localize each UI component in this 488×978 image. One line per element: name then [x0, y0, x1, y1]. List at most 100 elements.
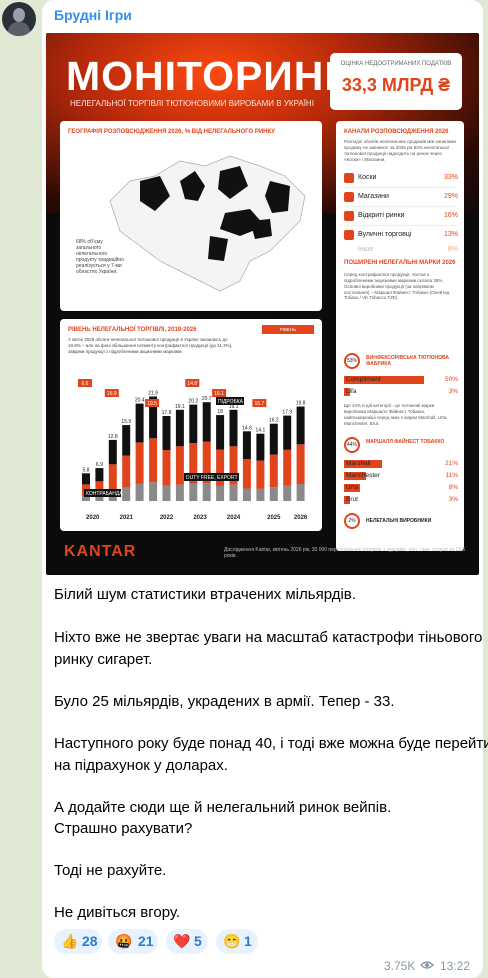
reaction-count: 21 — [138, 933, 154, 949]
bar-value-label: 17.9 — [282, 410, 292, 416]
timestamp: 13:22 — [440, 959, 471, 973]
channels-title: КАНАЛИ РОЗПОВСЮДЖЕННЯ 2026 — [344, 129, 449, 135]
brand-row: Compliment 50% — [344, 375, 458, 385]
factory2-note: Ще 44% в цій категорії - це тютюнові мар… — [344, 403, 448, 426]
level-bar-chart: 5.8 6.9 12.8 15.9 20.421.9 17.819.120.2 20.7 18… — [78, 379, 308, 521]
bar-contraband — [296, 444, 305, 484]
level-flag-value: 16.7 — [255, 401, 265, 407]
year-tick-label: 2021 — [120, 515, 134, 521]
channel-label: Інше — [358, 246, 374, 253]
avatar-body — [8, 22, 30, 36]
bar-contraband — [162, 450, 171, 486]
channels-panel: КАНАЛИ РОЗПОВСЮДЖЕННЯ 2026 Розподіл обся… — [336, 121, 464, 551]
bar-forgery — [283, 415, 292, 450]
grin-face-icon: 😁 — [223, 933, 241, 949]
reaction-thumbs-up[interactable]: 👍 28 — [54, 929, 102, 954]
ukraine-map — [109, 155, 306, 292]
avatar-head — [13, 8, 25, 22]
brand-pct: 11% — [445, 472, 458, 479]
bar-value-label: 16.2 — [269, 418, 279, 424]
tax-loss-value: 33,3 МЛРД ₴ — [341, 75, 451, 95]
factory2-badge: 44% — [344, 437, 360, 453]
channel-pct: 13% — [443, 231, 458, 238]
reaction-angry[interactable]: 🤬 21 — [108, 929, 158, 954]
channel-avatar[interactable] — [2, 2, 36, 36]
bar-forgery — [95, 468, 104, 482]
year-tick-label: 2022 — [160, 515, 174, 521]
reaction-heart[interactable]: ❤️ 5 — [166, 929, 208, 954]
infographic-photo[interactable]: МОНІТОРИНГ НЕЛЕГАЛЬНОЇ ТОРГІВЛІ ТЮТЮНОВИ… — [46, 33, 479, 575]
message-meta: 3.75K 13:22 — [384, 959, 470, 973]
geography-panel: ГЕОГРАФІЯ РОЗПОВСЮДЖЕННЯ 2026, % ВІД НЕЛ… — [60, 121, 322, 311]
street-vendor-icon — [344, 230, 354, 240]
bar-forgery — [269, 423, 278, 455]
channel-label: Коски — [358, 174, 377, 181]
bar-duty-free — [162, 485, 171, 501]
bar-value-label: 20.7 — [202, 396, 212, 402]
channel-row: Магазини 29% — [344, 190, 458, 204]
shop-icon — [344, 192, 354, 202]
bar-forgery — [189, 404, 198, 444]
bar-value-label: 20.2 — [188, 399, 198, 405]
bar-value-label: 18 — [217, 409, 223, 415]
level-flag: РІВЕНЬ НЕЛЕГАЛЬНОГО, % — [262, 325, 314, 341]
bar-duty-free — [175, 484, 184, 501]
bar-forgery — [216, 415, 225, 450]
level-flag-value: 16.9 — [107, 391, 117, 397]
annotation-contraband: КОНТРАБАНДА — [86, 491, 123, 497]
bar-forgery — [242, 431, 251, 460]
level-flag-value: 6.6 — [82, 381, 89, 387]
brand-row: Brut 3% — [344, 495, 458, 505]
bar-value-label: 21.9 — [148, 391, 158, 397]
other-label: НЕЛЕГАЛЬНІ ВИРОБНИКИ — [366, 518, 432, 524]
geography-note: 68% обʼєму загального нелегального проду… — [76, 239, 124, 275]
message-line: Білий шум статистики втрачених мільярдів… — [54, 586, 356, 603]
brand-pct: 50% — [444, 376, 458, 383]
view-count: 3.75K — [384, 959, 416, 973]
bar-duty-free — [242, 488, 251, 501]
year-tick-label: 2020 — [86, 515, 100, 521]
brands-title: ПОШИРЕНІ НЕЛЕГАЛЬНІ МАРКИ 2026 — [344, 260, 456, 266]
channel-label: Магазини — [358, 193, 389, 200]
bar-value-label: 12.8 — [108, 434, 118, 440]
bar-forgery — [82, 473, 90, 485]
annotation-duty-free: DUTY FREE, EXPORT — [186, 475, 238, 481]
channel-label: Вуличні торговці — [358, 231, 412, 238]
divider — [344, 206, 456, 207]
reaction-grin[interactable]: 😁 1 — [216, 929, 258, 954]
brand-row: Urta 8% — [344, 483, 458, 493]
bar-contraband — [242, 459, 251, 489]
bar-value-label: 15.9 — [121, 419, 131, 425]
bar-forgery — [202, 402, 211, 442]
level-flag-value: 16.1 — [214, 391, 224, 397]
brand-name: Manchester — [346, 472, 380, 479]
level-panel: РІВЕНЬ НЕЛЕГАЛЬНОЇ ТОРГІВЛІ, 2019-2026 Р… — [60, 319, 322, 531]
message-line: Ніхто вже не звертає уваги на масштаб ка… — [54, 629, 483, 646]
bar-contraband — [256, 460, 265, 489]
bar-forgery — [229, 409, 238, 447]
channel-row: Інше 8% — [344, 243, 458, 255]
bar-value-label: 14.1 — [256, 428, 266, 434]
year-tick-label: 2026 — [294, 515, 308, 521]
message-line: Наступного року буде понад 40, і тоді вж… — [54, 735, 488, 752]
brand-row: Lifa 3% — [344, 387, 458, 397]
bar-contraband — [135, 442, 144, 484]
level-flag-value: 19.5 — [147, 401, 157, 407]
message-line: А додайте сюди ще й нелегальний ринок ве… — [54, 799, 392, 816]
sender-name[interactable]: Брудні Ігри — [54, 7, 132, 23]
bar-forgery — [256, 433, 265, 461]
message-line: на підрахунок у доларах. — [54, 757, 228, 774]
brand-name: Compliment — [346, 376, 381, 383]
reaction-count: 28 — [82, 933, 98, 949]
bar-forgery — [135, 403, 144, 443]
factory1-badge: 53% — [344, 353, 360, 369]
bar-duty-free — [283, 485, 292, 501]
bar-contraband — [283, 449, 292, 486]
brand-row: Marshall 21% — [344, 459, 458, 469]
bar-duty-free — [256, 488, 265, 501]
brand-name: Lifa — [346, 388, 357, 395]
market-icon — [344, 211, 354, 221]
bar-duty-free — [149, 482, 158, 501]
bar-duty-free — [135, 483, 144, 501]
bar-forgery — [162, 416, 171, 450]
